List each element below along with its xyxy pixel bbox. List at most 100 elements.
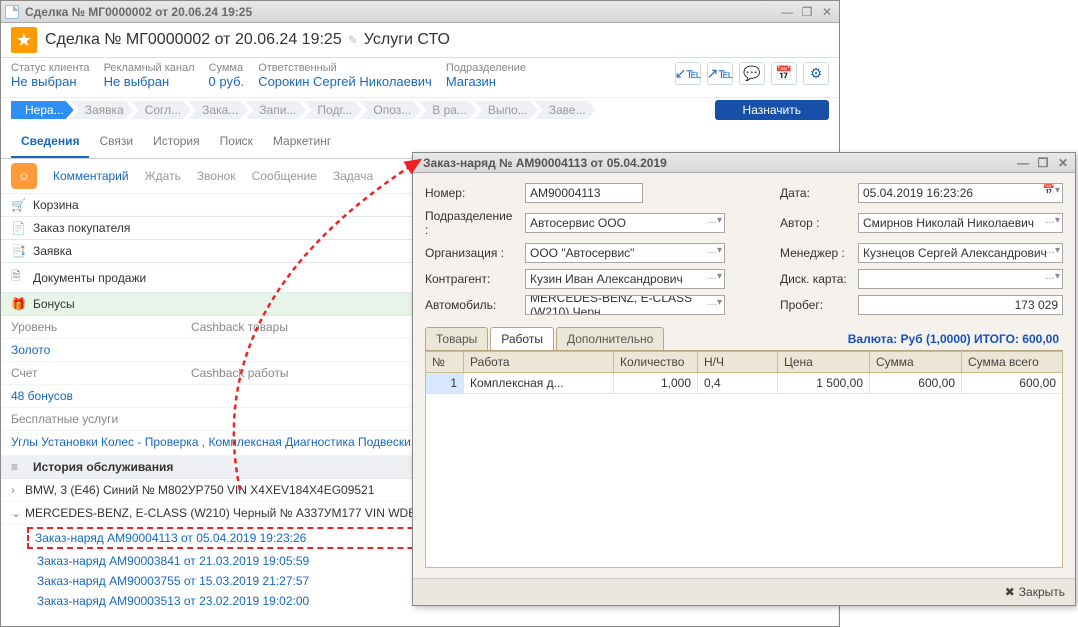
level-value[interactable]: Золото: [11, 343, 50, 357]
close-icon[interactable]: ✕: [819, 4, 835, 20]
stage-1[interactable]: Заявка: [71, 101, 134, 119]
car-input[interactable]: MERCEDES-BENZ, E-CLASS (W210) Черн…▾: [525, 295, 725, 315]
col-n[interactable]: №: [426, 352, 464, 372]
contr-label: Контрагент:: [425, 272, 517, 286]
minimize-icon[interactable]: —: [779, 4, 795, 20]
cell-price: 1 500,00: [778, 373, 870, 393]
col-qty[interactable]: Количество: [614, 352, 698, 372]
works-grid[interactable]: № Работа Количество Н/Ч Цена Сумма Сумма…: [425, 351, 1063, 568]
collapse-icon[interactable]: ⌄: [11, 506, 25, 520]
expand-icon[interactable]: ›: [11, 483, 25, 497]
comment-icon[interactable]: ☺: [11, 163, 37, 189]
tab-marketing[interactable]: Маркетинг: [263, 126, 341, 158]
maximize-icon[interactable]: ❐: [1035, 155, 1051, 171]
col-sum[interactable]: Сумма: [870, 352, 962, 372]
num-input[interactable]: АМ90004113: [525, 183, 643, 203]
stage-2[interactable]: Согл...: [131, 101, 191, 119]
sum-label: Сумма: [209, 62, 245, 74]
chat-icon[interactable]: 💬: [739, 62, 765, 85]
history-icon: ≡: [11, 460, 27, 474]
cart-icon: 🛒: [11, 198, 27, 212]
run-label: Пробег:: [780, 298, 850, 312]
action-wait[interactable]: Ждать: [145, 169, 181, 183]
action-message[interactable]: Сообщение: [252, 169, 317, 183]
tab-links[interactable]: Связи: [89, 126, 143, 158]
section-order-label: Заказ покупателя: [33, 221, 130, 235]
stage-3[interactable]: Зака...: [188, 101, 248, 119]
num-label: Номер:: [425, 186, 517, 200]
child-title: Заказ-наряд № АМ90004113 от 05.04.2019: [423, 156, 1015, 170]
run-input[interactable]: 173 029: [858, 295, 1063, 315]
org-input[interactable]: ООО "Автосервис"…▾: [525, 243, 725, 263]
subtab-works[interactable]: Работы: [490, 327, 554, 350]
manager-input[interactable]: Кузнецов Сергей Александрович…▾: [858, 243, 1063, 263]
action-call[interactable]: Звонок: [197, 169, 236, 183]
dropdown-icon[interactable]: …▾: [707, 245, 722, 256]
sum-value[interactable]: 0 руб.: [209, 74, 245, 89]
stage-8[interactable]: Выпо...: [474, 101, 538, 119]
settings-icon[interactable]: ⚙: [803, 62, 829, 85]
calendar-icon[interactable]: 📅: [771, 62, 797, 85]
subtab-extra[interactable]: Дополнительно: [556, 327, 664, 350]
dropdown-icon[interactable]: …▾: [707, 297, 722, 308]
dropdown-icon[interactable]: …▾: [1045, 245, 1060, 256]
grid-header: № Работа Количество Н/Ч Цена Сумма Сумма…: [426, 352, 1062, 373]
edit-icon[interactable]: ✎: [348, 33, 358, 47]
resp-value[interactable]: Сорокин Сергей Николаевич: [258, 74, 432, 89]
stage-0[interactable]: Нера...: [11, 101, 74, 119]
cell-n: 1: [426, 373, 464, 393]
calendar-picker-icon[interactable]: 📅▾: [1043, 185, 1060, 196]
minimize-icon[interactable]: —: [1015, 155, 1031, 171]
date-input[interactable]: 05.04.2019 16:23:26📅▾: [858, 183, 1063, 203]
close-button[interactable]: ✖Закрыть: [1005, 585, 1065, 599]
author-label: Автор :: [780, 216, 850, 230]
col-total[interactable]: Сумма всего: [962, 352, 1062, 372]
author-input[interactable]: Смирнов Николай Николаевич…▾: [858, 213, 1063, 233]
tab-history[interactable]: История: [143, 126, 210, 158]
close-icon[interactable]: ✕: [1055, 155, 1071, 171]
stage-7[interactable]: В ра...: [418, 101, 477, 119]
status-label: Статус клиента: [11, 62, 90, 74]
dropdown-icon[interactable]: …▾: [1045, 271, 1060, 282]
stage-6[interactable]: Опоз...: [359, 101, 421, 119]
stage-4[interactable]: Запи...: [245, 101, 306, 119]
stage-9[interactable]: Заве...: [535, 101, 596, 119]
car-title-0: BMW, 3 (E46) Синий № М802УР750 VIN X4XEV…: [25, 483, 374, 497]
call-in-icon[interactable]: ↙℡: [675, 62, 701, 85]
dept-input[interactable]: Автосервис ООО…▾: [525, 213, 725, 233]
assign-button[interactable]: Назначить: [715, 100, 829, 120]
status-value[interactable]: Не выбран: [11, 74, 90, 89]
deal-title: Сделка № МГ0000002 от 20.06.24 19:25: [45, 31, 342, 49]
grid-row[interactable]: 1 Комплексная д... 1,000 0,4 1 500,00 60…: [426, 373, 1062, 394]
maximize-icon[interactable]: ❐: [799, 4, 815, 20]
section-history-label: История обслуживания: [33, 460, 173, 474]
child-footer: ✖Закрыть: [413, 578, 1075, 605]
action-comment[interactable]: Комментарий: [53, 169, 129, 183]
tab-search[interactable]: Поиск: [210, 126, 263, 158]
card-input[interactable]: …▾: [858, 269, 1063, 289]
account-value[interactable]: 48 бонусов: [11, 389, 73, 403]
col-work[interactable]: Работа: [464, 352, 614, 372]
cell-sum: 600,00: [870, 373, 962, 393]
document-icon: [5, 5, 19, 19]
cell-qty: 1,000: [614, 373, 698, 393]
dept-label: Подразделение: [446, 62, 526, 74]
section-request-label: Заявка: [33, 244, 72, 258]
dept-value[interactable]: Магазин: [446, 74, 526, 89]
contr-input[interactable]: Кузин Иван Александрович…▾: [525, 269, 725, 289]
dropdown-icon[interactable]: …▾: [707, 271, 722, 282]
gift-icon: 🎁: [11, 297, 27, 311]
dropdown-icon[interactable]: …▾: [707, 215, 722, 226]
subtab-goods[interactable]: Товары: [425, 327, 488, 350]
channel-value[interactable]: Не выбран: [104, 74, 195, 89]
dropdown-icon[interactable]: …▾: [1045, 215, 1060, 226]
action-task[interactable]: Задача: [333, 169, 373, 183]
call-out-icon[interactable]: ↗℡: [707, 62, 733, 85]
stage-5[interactable]: Подг...: [303, 101, 362, 119]
col-nh[interactable]: Н/Ч: [698, 352, 778, 372]
account-label: Счет: [11, 366, 191, 380]
cell-nh: 0,4: [698, 373, 778, 393]
star-icon: ★: [11, 27, 37, 53]
col-price[interactable]: Цена: [778, 352, 870, 372]
tab-info[interactable]: Сведения: [11, 126, 89, 158]
